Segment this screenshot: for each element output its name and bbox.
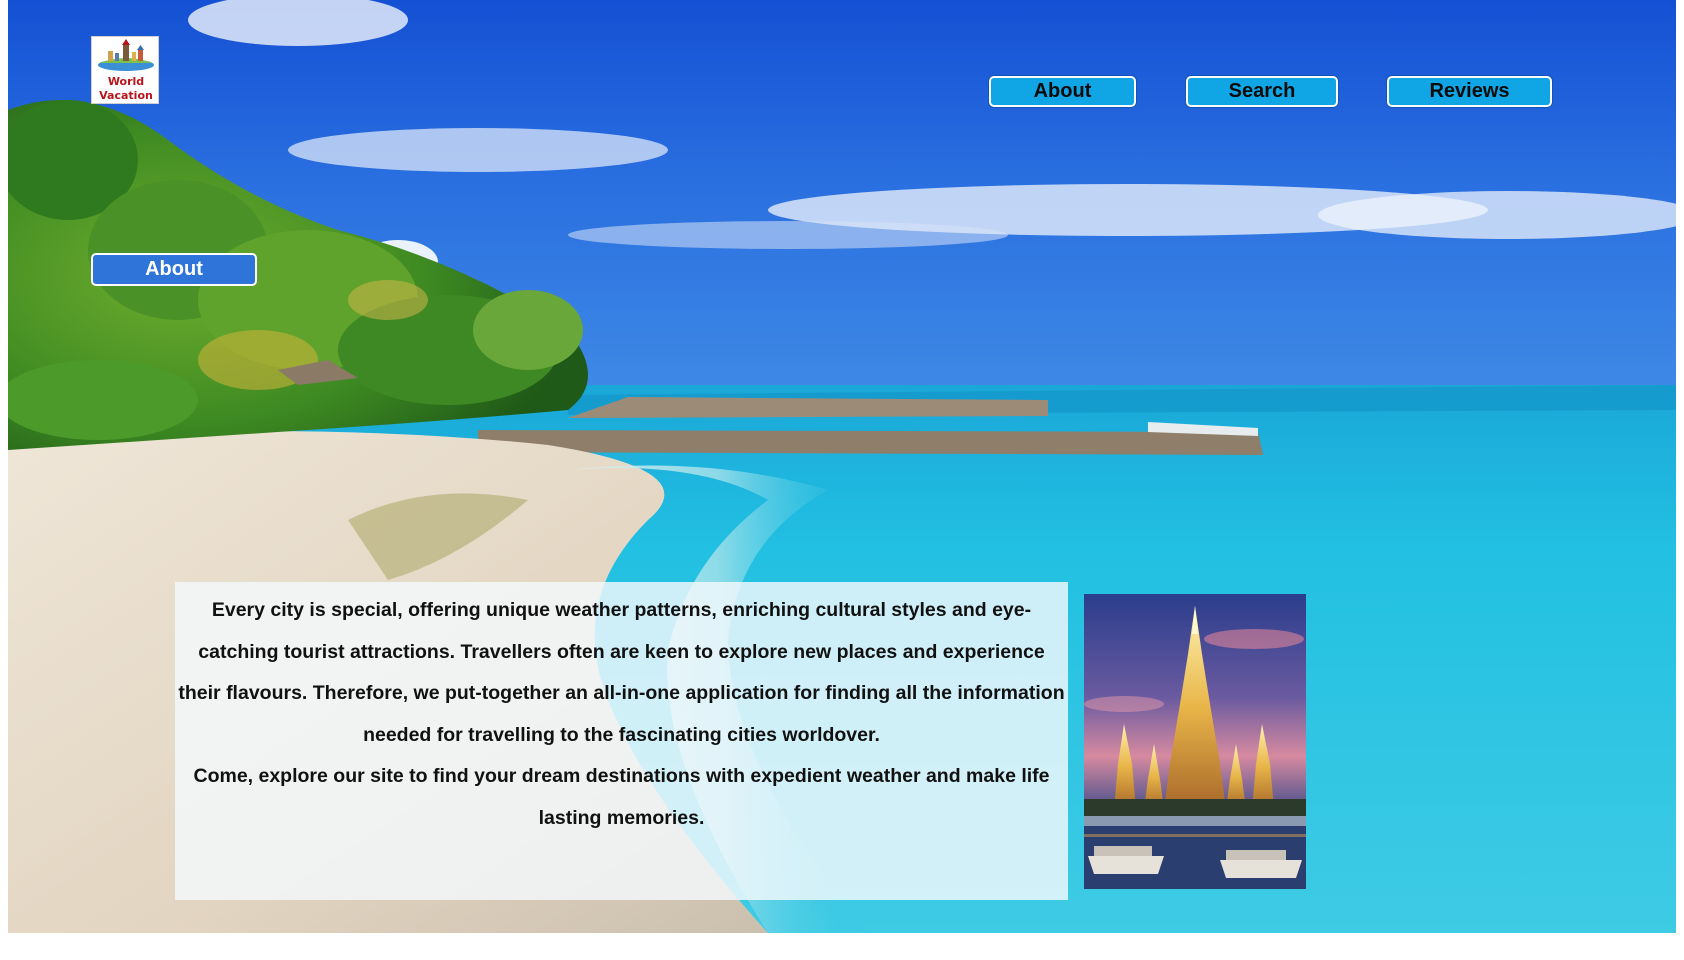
- logo-text-line1: World: [107, 75, 145, 88]
- world-landmarks-icon: [98, 39, 154, 71]
- logo-text-line2: Vacation: [99, 89, 153, 102]
- sidebar-about-button[interactable]: About: [91, 253, 257, 286]
- about-paragraph-2: Come, explore our site to find your drea…: [193, 765, 1050, 829]
- hero-section: World Vacation About Search Reviews Abou…: [8, 0, 1676, 933]
- nav-search-button[interactable]: Search: [1186, 76, 1338, 107]
- world-vacation-logo[interactable]: World Vacation: [91, 36, 159, 104]
- nav-reviews-button[interactable]: Reviews: [1387, 76, 1552, 107]
- about-paragraph-1: Every city is special, offering unique w…: [178, 599, 1065, 746]
- nav-about-button[interactable]: About: [989, 76, 1136, 107]
- about-panel: Every city is special, offering unique w…: [175, 582, 1068, 900]
- about-paragraph: Every city is special, offering unique w…: [175, 582, 1068, 839]
- temple-photo: [1084, 594, 1306, 889]
